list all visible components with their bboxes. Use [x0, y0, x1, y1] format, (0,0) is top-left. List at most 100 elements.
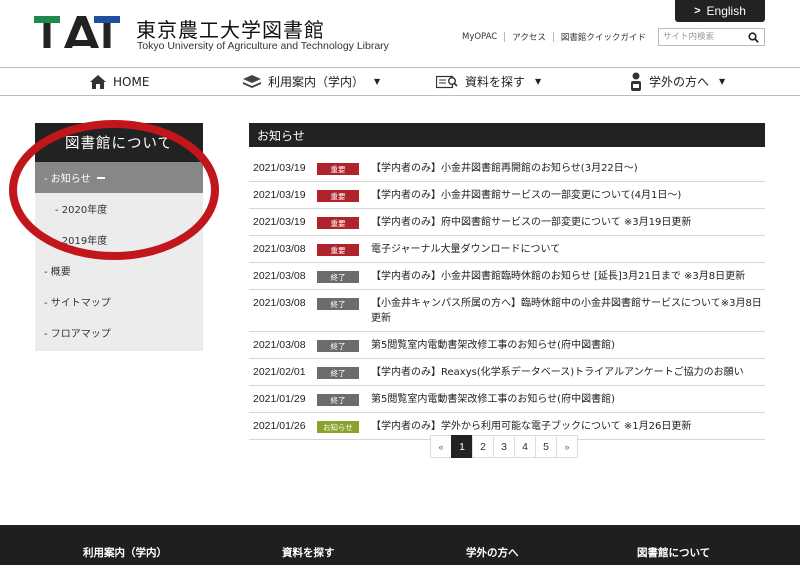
divider — [504, 32, 506, 42]
access-link[interactable]: アクセス — [512, 31, 546, 43]
status-badge: 終了 — [317, 340, 359, 352]
pagination: « 1 2 3 4 5 » — [430, 435, 578, 458]
quick-guide-link[interactable]: 図書館クイックガイド — [561, 31, 646, 43]
english-button[interactable]: > English — [675, 0, 765, 22]
caret-down-icon: ▼ — [719, 77, 726, 86]
news-date: 2021/03/19 — [253, 216, 306, 228]
news-title-link[interactable]: 【学内者のみ】Reaxys(化学系データベース)トライアルアンケートご協力のお願… — [371, 365, 765, 380]
chevron-right-icon: > — [694, 5, 701, 17]
site-search — [658, 28, 765, 46]
nav-visitors-label: 学外の方へ — [649, 75, 710, 89]
home-icon — [90, 74, 106, 89]
news-section: お知らせ 2021/03/19 重要 【学内者のみ】小金井図書館再開館のお知らせ… — [249, 123, 765, 440]
divider — [552, 32, 554, 42]
list-item[interactable]: 2021/02/01 終了 【学内者のみ】Reaxys(化学系データベース)トラ… — [249, 359, 765, 386]
list-item[interactable]: 2021/03/08 重要 電子ジャーナル大量ダウンロードについて — [249, 236, 765, 263]
sidebar-item-label: - 概要 — [44, 267, 71, 278]
footer-heading-visitors[interactable]: 学外の方へ — [466, 545, 519, 560]
status-badge: 終了 — [317, 271, 359, 283]
caret-down-icon: ▼ — [535, 77, 542, 86]
status-badge: 重要 — [317, 244, 359, 256]
page-4-button[interactable]: 4 — [514, 435, 536, 458]
list-item[interactable]: 2021/03/19 重要 【学内者のみ】小金井図書館サービスの一部変更について… — [249, 182, 765, 209]
footer-heading-search[interactable]: 資料を探す — [282, 545, 335, 560]
nav-home-label: HOME — [113, 74, 150, 89]
news-title-link[interactable]: 第5閲覧室内電動書架改修工事のお知らせ(府中図書館) — [371, 338, 765, 353]
person-icon — [631, 72, 641, 91]
page-5-button[interactable]: 5 — [535, 435, 557, 458]
list-item[interactable]: 2021/03/08 終了 【小金井キャンパス所属の方へ】臨時休館中の小金井図書… — [249, 290, 765, 332]
english-label: English — [706, 4, 746, 18]
page-1-button[interactable]: 1 — [451, 435, 473, 458]
header: 東京農工大学図書館 Tokyo University of Agricultur… — [0, 0, 800, 67]
news-date: 2021/03/08 — [253, 243, 306, 255]
page-3-button[interactable]: 3 — [493, 435, 515, 458]
sidebar-item-label: - フロアマップ — [44, 329, 111, 340]
sidebar-item-label: - 2020年度 — [55, 205, 108, 216]
news-title-link[interactable]: 【小金井キャンパス所属の方へ】臨時休館中の小金井図書館サービスについて※3月8日… — [371, 296, 765, 326]
news-title-link[interactable]: 【学内者のみ】小金井図書館サービスの一部変更について(4月1日〜) — [371, 188, 765, 203]
sidebar-item-label: - 2019年度 — [55, 236, 108, 247]
news-date: 2021/03/08 — [253, 270, 306, 282]
status-badge: 重要 — [317, 190, 359, 202]
footer-heading-about[interactable]: 図書館について — [637, 545, 710, 560]
search-doc-icon — [436, 75, 458, 88]
global-nav: HOME 利用案内（学内） ▼ 資料を探す ▼ 学外の方へ ▼ — [0, 67, 800, 96]
footer: 利用案内（学内） 資料を探す 学外の方へ 図書館について — [0, 525, 800, 565]
news-list: 2021/03/19 重要 【学内者のみ】小金井図書館再開館のお知らせ(3月22… — [249, 155, 765, 440]
nav-search-materials[interactable]: 資料を探す ▼ — [436, 68, 541, 95]
footer-heading-guide[interactable]: 利用案内（学内） — [83, 545, 167, 560]
status-badge: 終了 — [317, 367, 359, 379]
prev-page-button[interactable]: « — [430, 435, 452, 458]
nav-visitors[interactable]: 学外の方へ ▼ — [630, 68, 725, 95]
status-badge: お知らせ — [317, 421, 359, 433]
minus-icon — [96, 176, 105, 179]
site-title[interactable]: 東京農工大学図書館 — [136, 14, 325, 43]
tat-logo[interactable] — [34, 16, 120, 48]
nav-guide[interactable]: 利用案内（学内） ▼ — [243, 68, 380, 95]
sidebar-item-2020[interactable]: - 2020年度 — [35, 193, 203, 224]
nav-search-label: 資料を探す — [465, 75, 526, 89]
news-date: 2021/03/08 — [253, 297, 306, 309]
utility-links: MyOPAC アクセス 図書館クイックガイド — [462, 29, 646, 45]
news-date: 2021/03/19 — [253, 189, 306, 201]
status-badge: 終了 — [317, 298, 359, 310]
news-date: 2021/02/01 — [253, 366, 306, 378]
news-date: 2021/03/19 — [253, 162, 306, 174]
sidebar-item-overview[interactable]: - 概要 — [35, 255, 203, 286]
news-date: 2021/03/08 — [253, 339, 306, 351]
news-title-link[interactable]: 【学内者のみ】小金井図書館再開館のお知らせ(3月22日〜) — [371, 161, 765, 176]
sidebar-item-2019[interactable]: - 2019年度 — [35, 224, 203, 255]
news-title-link[interactable]: 【学内者のみ】小金井図書館臨時休館のお知らせ [延長]3月21日まで ※3月8日… — [371, 269, 765, 284]
news-title-link[interactable]: 【学内者のみ】学外から利用可能な電子ブックについて ※1月26日更新 — [371, 419, 765, 434]
list-item[interactable]: 2021/03/19 重要 【学内者のみ】府中図書館サービスの一部変更について … — [249, 209, 765, 236]
next-page-button[interactable]: » — [556, 435, 578, 458]
list-item[interactable]: 2021/01/29 終了 第5閲覧室内電動書架改修工事のお知らせ(府中図書館) — [249, 386, 765, 413]
sidebar: 図書館について - お知らせ - 2020年度 - 2019年度 - 概要 - … — [35, 123, 203, 351]
search-input[interactable] — [659, 29, 743, 45]
sidebar-item-floormap[interactable]: - フロアマップ — [35, 317, 203, 348]
sidebar-item-sitemap[interactable]: - サイトマップ — [35, 286, 203, 317]
news-title-link[interactable]: 第5閲覧室内電動書架改修工事のお知らせ(府中図書館) — [371, 392, 765, 407]
nav-home[interactable]: HOME — [90, 68, 149, 95]
sidebar-item-news[interactable]: - お知らせ — [35, 162, 203, 193]
nav-guide-label: 利用案内（学内） — [268, 75, 365, 89]
status-badge: 重要 — [317, 217, 359, 229]
list-item[interactable]: 2021/03/19 重要 【学内者のみ】小金井図書館再開館のお知らせ(3月22… — [249, 155, 765, 182]
list-item[interactable]: 2021/03/08 終了 第5閲覧室内電動書架改修工事のお知らせ(府中図書館) — [249, 332, 765, 359]
news-title-link[interactable]: 【学内者のみ】府中図書館サービスの一部変更について ※3月19日更新 — [371, 215, 765, 230]
sidebar-item-label: - サイトマップ — [44, 298, 111, 309]
sidebar-item-label: - お知らせ — [44, 174, 91, 185]
search-icon[interactable] — [743, 29, 763, 45]
site-subtitle: Tokyo University of Agriculture and Tech… — [137, 40, 389, 52]
page-2-button[interactable]: 2 — [472, 435, 494, 458]
list-item[interactable]: 2021/03/08 終了 【学内者のみ】小金井図書館臨時休館のお知らせ [延長… — [249, 263, 765, 290]
news-date: 2021/01/26 — [253, 420, 306, 432]
sidebar-title: 図書館について — [35, 123, 203, 162]
news-date: 2021/01/29 — [253, 393, 306, 405]
books-icon — [243, 75, 261, 88]
status-badge: 終了 — [317, 394, 359, 406]
myopac-link[interactable]: MyOPAC — [462, 32, 497, 42]
caret-down-icon: ▼ — [374, 77, 381, 86]
news-title-link[interactable]: 電子ジャーナル大量ダウンロードについて — [371, 242, 765, 257]
